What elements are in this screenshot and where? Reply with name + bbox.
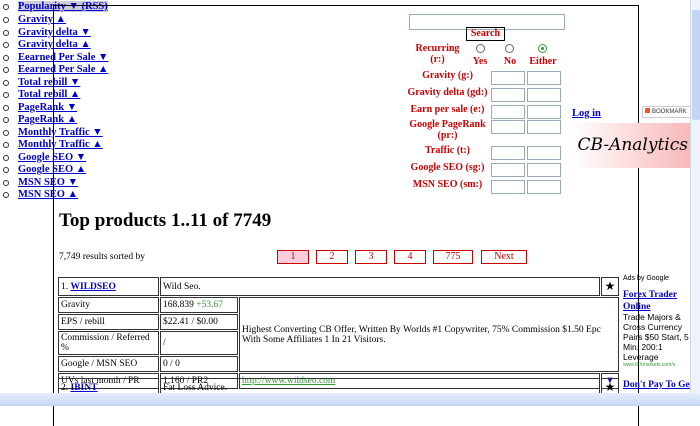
ads-label: Ads by Google <box>623 275 669 282</box>
filter-label: Traffic (t:) <box>424 145 471 156</box>
filter-min-input[interactable] <box>491 163 525 177</box>
page-title: Top products 1..11 of 7749 <box>59 210 272 231</box>
ad-url[interactable]: www.IFXmarkets.com/s <box>623 362 689 368</box>
bookmark-icon <box>645 108 650 113</box>
filter-label: Earn per sale (e:) <box>410 104 485 115</box>
recurring-label: Recurring (r:) <box>415 43 460 65</box>
filter-min-input[interactable] <box>491 88 525 102</box>
radio-no[interactable] <box>505 44 514 53</box>
radio-yes[interactable] <box>476 44 485 53</box>
results-summary: 7,749 results sorted by <box>59 252 146 262</box>
filter-min-input[interactable] <box>491 146 525 160</box>
login-link[interactable]: Log in <box>572 108 601 119</box>
radio-either-label: Either <box>529 56 557 67</box>
filter-label: Google PageRank (pr:) <box>409 119 486 141</box>
page-button[interactable]: Next <box>481 250 527 264</box>
ad-title[interactable]: Forex Trader Online <box>623 290 677 312</box>
filter-max-input[interactable] <box>527 88 561 102</box>
page-button[interactable]: 3 <box>355 250 387 264</box>
bullet-icon <box>3 4 9 10</box>
filter-min-input[interactable] <box>491 105 525 119</box>
filter-max-input[interactable] <box>527 146 561 160</box>
row-label: Google / MSN SEO <box>58 356 159 372</box>
radio-either[interactable] <box>538 44 547 53</box>
filter-label: MSN SEO (sm:) <box>412 179 483 190</box>
product-rank-name: 1. WILDSEO <box>58 277 159 296</box>
page-button[interactable]: 1 <box>277 250 309 264</box>
filter-max-input[interactable] <box>527 120 561 134</box>
page-button[interactable]: 2 <box>316 250 348 264</box>
filter-label: Google SEO (sg:) <box>410 162 485 173</box>
bookmark-button[interactable]: BOOKMARK <box>642 106 692 118</box>
star-icon[interactable]: ★ <box>601 277 619 296</box>
search-button[interactable]: Search <box>466 27 505 41</box>
google-ads: Ads by Google Forex Trader Online Trade … <box>623 275 693 390</box>
seo-value: 0 / 0 <box>160 356 238 372</box>
row-label: Gravity <box>58 297 159 313</box>
ad-text: Trade Majors & Cross Currency Pairs $50 … <box>623 312 689 362</box>
scrollbar-thumb[interactable] <box>692 10 700 120</box>
filter-label: Gravity (g:) <box>422 70 473 81</box>
radio-yes-label: Yes <box>472 56 488 67</box>
row-label: Commission / Referred % <box>58 331 159 355</box>
row-label: EPS / rebill <box>58 314 159 330</box>
commission-value: / <box>160 331 238 355</box>
filter-max-input[interactable] <box>527 163 561 177</box>
product-description: Highest Converting CB Offer, Written By … <box>239 297 619 372</box>
product-link[interactable]: IBINT <box>71 383 98 393</box>
vertical-scrollbar[interactable] <box>690 0 700 393</box>
filter-label: Gravity delta (gd:) <box>407 87 488 98</box>
radio-no-label: No <box>503 56 517 67</box>
filter-max-input[interactable] <box>527 180 561 194</box>
ad-title[interactable]: Don't Pay To Get <box>623 380 693 390</box>
page-button[interactable]: 775 <box>433 250 473 264</box>
filter-min-input[interactable] <box>491 71 525 85</box>
cb-analytics-logo: CB-Analytics <box>572 123 690 168</box>
product-title: Wild Seo. <box>160 277 600 296</box>
filter-max-input[interactable] <box>527 71 561 85</box>
eps-value: $22.41 / $0.00 <box>160 314 238 330</box>
filter-min-input[interactable] <box>491 180 525 194</box>
filter-min-input[interactable] <box>491 120 525 134</box>
horizontal-scrollbar[interactable] <box>0 393 700 406</box>
page-button[interactable]: 4 <box>394 250 426 264</box>
filter-max-input[interactable] <box>527 105 561 119</box>
gravity-value: 168.839 +53.67 <box>160 297 238 313</box>
product-table-1: 1. WILDSEO Wild Seo. ★ Gravity 168.839 +53.… <box>57 276 620 390</box>
product-link[interactable]: WILDSEO <box>71 282 116 292</box>
